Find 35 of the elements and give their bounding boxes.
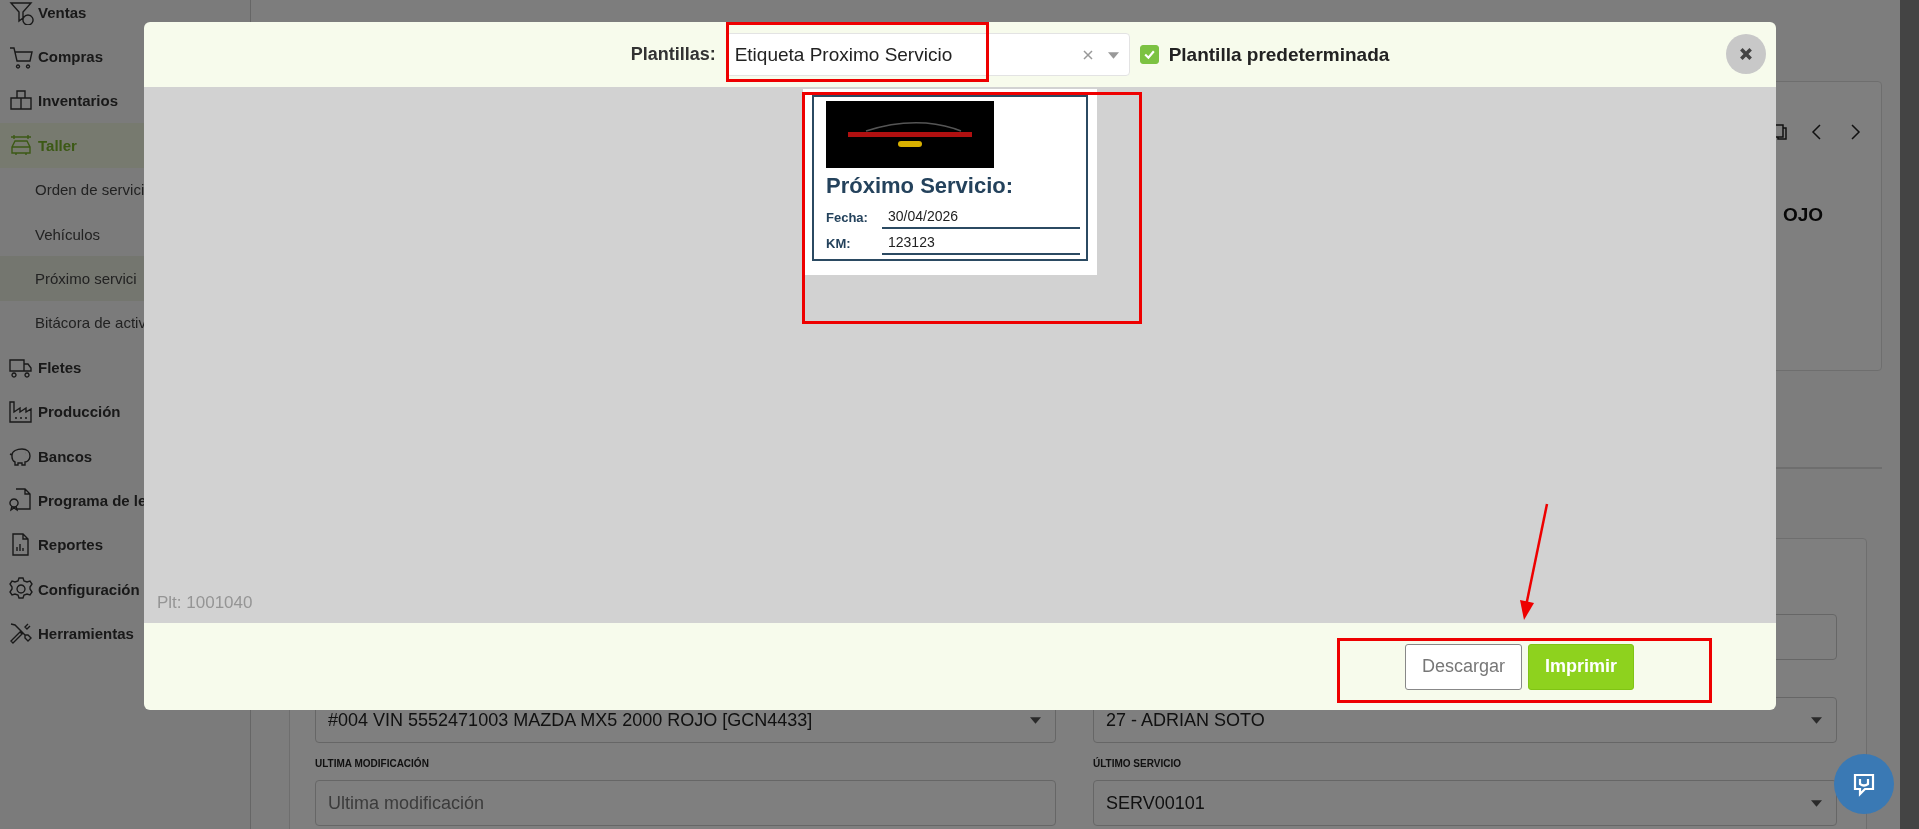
field-label: ÚLTIMO SERVICIO bbox=[1093, 758, 1181, 769]
label-title: Próximo Servicio: bbox=[826, 173, 1015, 199]
template-id: Plt: 1001040 bbox=[157, 593, 253, 613]
sidebar-item[interactable]: Inventarios bbox=[0, 78, 250, 124]
close-icon bbox=[1739, 47, 1753, 61]
sidebar-item[interactable]: Reportes bbox=[0, 522, 250, 568]
clear-icon[interactable] bbox=[1082, 50, 1093, 60]
sidebar-item[interactable]: Herramientas bbox=[0, 611, 250, 656]
sidebar-item[interactable]: Bancos bbox=[0, 433, 250, 479]
caret-icon bbox=[1811, 800, 1822, 807]
checkmark-icon bbox=[1142, 48, 1156, 61]
templates-label: Plantillas: bbox=[630, 44, 716, 65]
label-field-name: KM: bbox=[826, 236, 852, 253]
label-field-value: 30/04/2026 bbox=[882, 208, 1080, 229]
caret-icon bbox=[1030, 717, 1041, 724]
scrollbar[interactable] bbox=[1900, 0, 1919, 829]
input-field[interactable]: Ultima modificación bbox=[315, 780, 1056, 826]
vehicle-text: OJO bbox=[1782, 203, 1825, 226]
download-button[interactable]: Descargar bbox=[1404, 643, 1522, 690]
field-label: ULTIMA MODIFICACIÓN bbox=[315, 758, 429, 769]
sidebar-item[interactable]: Fletes bbox=[0, 345, 250, 390]
sidebar-item[interactable]: Ventas bbox=[0, 0, 250, 35]
factory-icon bbox=[8, 398, 34, 425]
checkbox-label: Plantilla predeterminada bbox=[1168, 43, 1390, 66]
label-field-name: Fecha: bbox=[826, 210, 869, 227]
checkbox[interactable] bbox=[1139, 45, 1159, 64]
label-field-value: 123123 bbox=[882, 234, 1080, 255]
caret-icon bbox=[1107, 52, 1119, 59]
select-field[interactable]: SERV00101 bbox=[1093, 780, 1837, 826]
certificate-icon bbox=[8, 487, 34, 514]
funnel-icon bbox=[8, 0, 34, 26]
close-button[interactable] bbox=[1726, 34, 1766, 74]
caret-icon bbox=[1811, 717, 1822, 724]
sidebar-item[interactable]: Compras bbox=[0, 34, 250, 79]
sidebar-item[interactable]: Producción bbox=[0, 389, 250, 434]
